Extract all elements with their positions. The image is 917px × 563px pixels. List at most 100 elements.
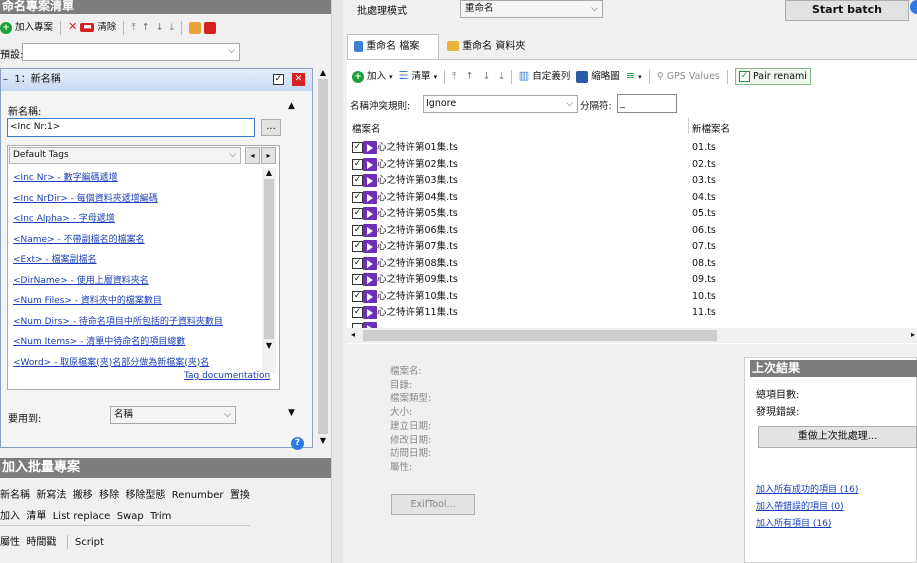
tag-link[interactable]: <Inc NrDir> - 每個資料夾遞增編碼 bbox=[13, 189, 260, 210]
rule-scroll-up[interactable]: ▲ bbox=[288, 101, 295, 111]
batch-script[interactable]: Script bbox=[75, 537, 104, 548]
help-icon[interactable]: ? bbox=[291, 437, 304, 450]
move-up-button[interactable]: ↑ bbox=[465, 68, 473, 86]
batch-move[interactable]: 搬移 bbox=[73, 490, 93, 501]
move-top-button[interactable]: ⤒ bbox=[452, 68, 456, 86]
file-checkbox[interactable]: ✓ bbox=[352, 257, 363, 269]
file-row[interactable]: ✓ 心之特许第05集.ts bbox=[352, 206, 458, 223]
tags-dropdown[interactable]: Default Tags ⌵ bbox=[9, 147, 241, 164]
tag-link[interactable]: <Num Dirs> - 待命名項目中所包括的子資料夾數目 bbox=[13, 312, 260, 333]
batch-remove[interactable]: 移除 bbox=[99, 490, 119, 501]
batch-list-replace[interactable]: List replace bbox=[53, 511, 111, 522]
tab-rename-files[interactable]: 重命名 檔案 bbox=[347, 34, 439, 59]
tab-rename-folders[interactable]: 重命名 資料夾 bbox=[443, 37, 543, 59]
add-all-link[interactable]: 加入所有項目 (16) bbox=[756, 516, 858, 533]
remove-rule-button[interactable]: ✕ bbox=[292, 73, 305, 86]
thumbnails-button[interactable]: 縮略圖 bbox=[576, 68, 620, 86]
custom-columns-button[interactable]: ▥ 自定義列 bbox=[519, 67, 570, 86]
scroll-thumb[interactable] bbox=[264, 179, 274, 339]
move-bottom-button[interactable]: ⤓ bbox=[500, 68, 504, 86]
left-scrollbar[interactable]: ▲ ▼ bbox=[316, 68, 330, 454]
panel-splitter[interactable] bbox=[331, 0, 343, 563]
move-down-button[interactable]: ↓ bbox=[482, 68, 490, 86]
column-header-filename[interactable]: 檔案名 bbox=[352, 121, 381, 135]
batch-attributes[interactable]: 屬性 bbox=[0, 537, 20, 548]
batch-renumber[interactable]: Renumber bbox=[172, 490, 224, 501]
more-options-button[interactable]: ... bbox=[261, 119, 281, 136]
scroll-left-icon[interactable]: ◂ bbox=[351, 330, 355, 339]
redo-batch-button[interactable]: 重做上次批處理... bbox=[758, 426, 917, 448]
tag-link[interactable]: <Name> - 不帶副檔名的檔案名 bbox=[13, 230, 260, 251]
tags-next-button[interactable]: ▸ bbox=[261, 147, 276, 164]
start-batch-button[interactable]: Start batch bbox=[785, 0, 909, 21]
scroll-down-icon[interactable]: ▼ bbox=[316, 436, 330, 445]
file-row[interactable]: ✓ 心之特许第01集.ts bbox=[352, 140, 458, 157]
apply-to-select[interactable]: 名稱 ⌵ bbox=[110, 406, 236, 424]
separator-input[interactable]: _ bbox=[617, 94, 677, 113]
file-checkbox[interactable]: ✓ bbox=[352, 224, 363, 236]
tag-link[interactable]: <DirName> - 使用上層資料夾名 bbox=[13, 271, 260, 292]
tag-link[interactable]: <Ext> - 檔案副檔名 bbox=[13, 250, 260, 271]
file-row[interactable]: ✓ 心之特许第02集.ts bbox=[352, 157, 458, 174]
scroll-thumb[interactable] bbox=[318, 79, 328, 434]
file-checkbox[interactable]: ✓ bbox=[352, 241, 363, 252]
batch-list[interactable]: 清單 bbox=[26, 511, 46, 522]
scroll-up-icon[interactable]: ▲ bbox=[316, 68, 330, 77]
scroll-up-icon[interactable]: ▲ bbox=[262, 168, 276, 177]
move-up-button[interactable]: ↑ bbox=[142, 19, 150, 37]
file-checkbox[interactable]: ✓ bbox=[352, 158, 363, 170]
save-button[interactable] bbox=[204, 19, 217, 37]
delete-button[interactable]: ✕ bbox=[68, 18, 77, 37]
column-header-newname[interactable]: 新檔案名 bbox=[692, 121, 730, 135]
add-project-button[interactable]: + 加入專案 bbox=[0, 19, 53, 37]
file-checkbox[interactable]: ✓ bbox=[352, 208, 363, 219]
batch-swap[interactable]: Swap bbox=[117, 511, 144, 522]
tag-documentation-link[interactable]: Tag documentation bbox=[184, 369, 270, 383]
preset-select[interactable]: ⌵ bbox=[22, 43, 240, 61]
batch-replace[interactable]: 置換 bbox=[230, 490, 250, 501]
tag-link[interactable]: <Num Items> - 清單中待命名的項目總數 bbox=[13, 332, 260, 353]
file-checkbox[interactable]: ✓ bbox=[352, 142, 363, 153]
batch-trim[interactable]: Trim bbox=[150, 511, 171, 522]
move-top-button[interactable]: ⤒ bbox=[131, 19, 135, 37]
open-folder-button[interactable] bbox=[189, 19, 202, 37]
file-row[interactable]: ✓ 心之特许第04集.ts bbox=[352, 190, 458, 207]
file-row[interactable]: ✓ 心之特许第11集.ts bbox=[352, 305, 458, 322]
gps-values-button[interactable]: ⚲ GPS Values bbox=[657, 68, 720, 86]
add-errors-link[interactable]: 加入帶錯誤的項目 (0) bbox=[756, 499, 858, 516]
tag-link[interactable]: <Inc Nr> - 數字編碼遞增 bbox=[13, 168, 260, 189]
tag-link[interactable]: <Num Files> - 資料夾中的檔案數目 bbox=[13, 291, 260, 312]
rule-scroll-down[interactable]: ▼ bbox=[288, 408, 295, 418]
add-files-button[interactable]: + 加入 ▾ bbox=[352, 68, 393, 86]
batch-remove-pattern[interactable]: 移除型態 bbox=[125, 490, 165, 501]
newname-input[interactable]: <Inc Nr:1> bbox=[7, 118, 255, 137]
clear-button[interactable]: ▬ 清除 bbox=[80, 19, 116, 37]
collapse-icon[interactable]: – bbox=[3, 74, 8, 85]
batch-add[interactable]: 加入 bbox=[0, 511, 20, 522]
move-down-button[interactable]: ↓ bbox=[156, 19, 164, 37]
rule-enabled-checkbox[interactable]: ✓ bbox=[273, 74, 284, 85]
batch-newname[interactable]: 新名稱 bbox=[0, 490, 30, 501]
file-checkbox[interactable]: ✓ bbox=[352, 191, 363, 203]
tag-link[interactable]: <Inc Alpha> - 字母遞增 bbox=[13, 209, 260, 230]
tags-scrollbar[interactable]: ▲ ▼ bbox=[262, 168, 276, 373]
file-row[interactable]: ✓ 心之特许第06集.ts bbox=[352, 223, 458, 240]
file-row[interactable]: ✓ 心之特许第09集.ts bbox=[352, 272, 458, 289]
file-checkbox[interactable]: ✓ bbox=[352, 175, 363, 186]
scroll-thumb[interactable] bbox=[363, 330, 717, 341]
tags-prev-button[interactable]: ◂ bbox=[245, 147, 260, 164]
file-row[interactable]: ✓ 心之特许第10集.ts bbox=[352, 289, 458, 306]
file-checkbox[interactable]: ✓ bbox=[352, 307, 363, 318]
file-checkbox[interactable]: ✓ bbox=[352, 290, 363, 302]
move-bottom-button[interactable]: ⤓ bbox=[170, 19, 174, 37]
file-row[interactable]: ✓ 心之特许第07集.ts bbox=[352, 239, 458, 256]
column-divider[interactable] bbox=[688, 118, 689, 134]
list-button[interactable]: ☰ 清單 ▾ bbox=[399, 67, 437, 86]
exiftool-button[interactable]: ExifTool... bbox=[391, 494, 475, 515]
batch-timestamp[interactable]: 時間戳 bbox=[26, 537, 56, 548]
file-checkbox[interactable]: ✓ bbox=[352, 274, 363, 285]
file-row[interactable]: ✓ 心之特许第08集.ts bbox=[352, 256, 458, 273]
batch-newcase[interactable]: 新寫法 bbox=[36, 490, 66, 501]
pair-rename-toggle[interactable]: ✓ Pair renami bbox=[734, 68, 811, 85]
mode-select[interactable]: 重命名 ⌵ bbox=[460, 0, 603, 18]
